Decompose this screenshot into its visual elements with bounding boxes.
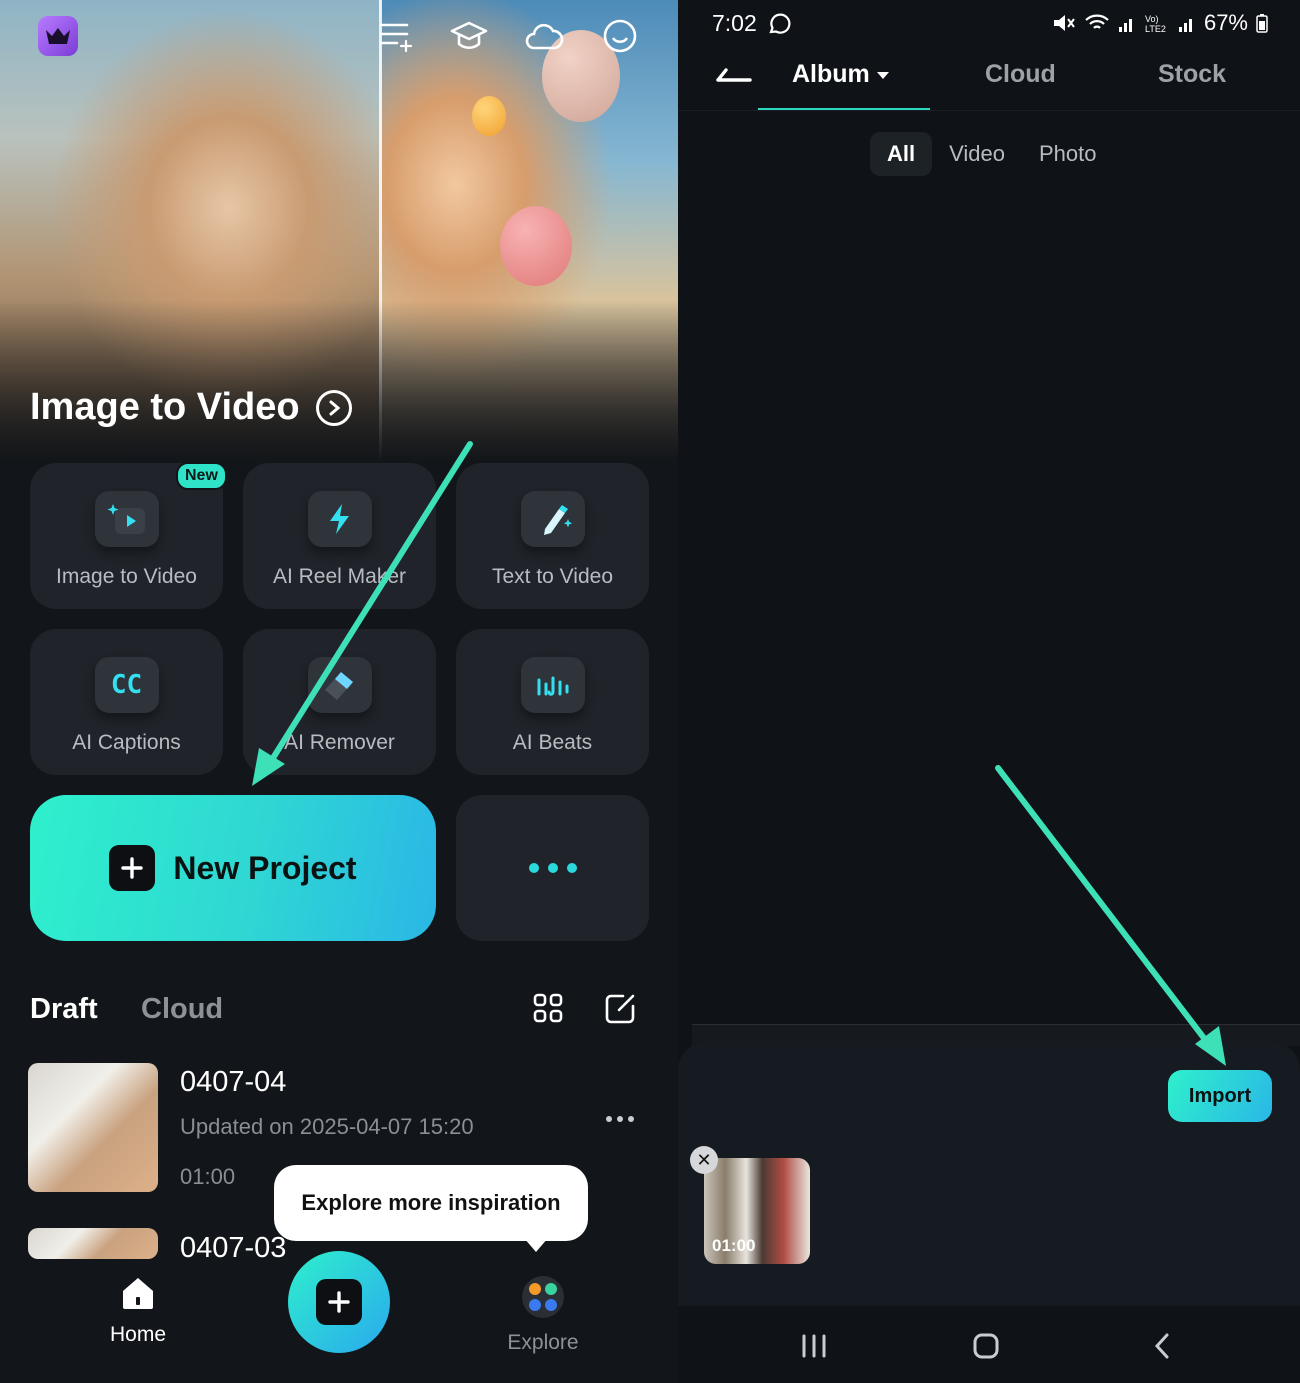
mute-icon	[1053, 15, 1075, 31]
tool-label: AI Remover	[284, 731, 395, 754]
back-button-icon[interactable]	[1142, 1328, 1182, 1364]
lightning-icon	[307, 491, 372, 547]
tool-ai-reel-maker[interactable]: AI Reel Maker	[243, 463, 436, 609]
nav-explore[interactable]: Explore	[500, 1275, 586, 1355]
plus-icon	[109, 845, 156, 891]
tab-cloud[interactable]: Cloud	[985, 60, 1056, 89]
home-button-icon[interactable]	[966, 1328, 1006, 1364]
caret-down-icon	[876, 71, 889, 79]
hero-title[interactable]: Image to Video	[30, 386, 352, 429]
dot	[528, 863, 539, 873]
signal-icon	[1118, 19, 1132, 32]
crown-icon[interactable]	[38, 16, 78, 56]
explore-icon	[522, 1276, 564, 1318]
tab-stock[interactable]: Stock	[1158, 60, 1226, 89]
balloon-decoration	[500, 206, 572, 286]
cc-icon: CC	[94, 657, 159, 713]
new-project-button[interactable]: New Project	[30, 795, 436, 941]
battery-icon	[1256, 14, 1268, 33]
music-sparkle-icon	[520, 657, 585, 713]
nav-explore-label: Explore	[507, 1331, 579, 1354]
volte-icon: Vo)LTE2	[1145, 14, 1166, 34]
cloud-icon[interactable]	[522, 14, 566, 58]
tool-ai-remover[interactable]: AI Remover	[243, 629, 436, 775]
selected-media-duration: 01:00	[712, 1236, 756, 1255]
status-time: 7:02	[712, 10, 791, 37]
chevron-right-circle-icon	[315, 389, 352, 426]
menu-sparkle-icon[interactable]	[373, 14, 417, 58]
tab-draft[interactable]: Draft	[30, 993, 98, 1026]
balloon-decoration	[472, 96, 506, 136]
filter-photo[interactable]: Photo	[1022, 132, 1114, 176]
tool-ai-beats[interactable]: AI Beats	[456, 629, 649, 775]
create-fab-button[interactable]	[288, 1251, 390, 1353]
grid-view-icon[interactable]	[532, 992, 564, 1024]
tab-cloud[interactable]: Cloud	[141, 993, 223, 1026]
media-type-filter: All Video Photo	[870, 132, 1114, 176]
explore-tooltip[interactable]: Explore more inspiration	[274, 1165, 588, 1241]
svg-text:LTE2: LTE2	[1145, 24, 1166, 34]
recent-apps-icon[interactable]	[794, 1328, 834, 1364]
home-screen: Image to Video Image to Video New AI Ree…	[0, 0, 678, 1383]
new-project-label: New Project	[173, 849, 357, 886]
tool-label: AI Beats	[512, 731, 593, 754]
import-screen: 7:02 Vo) LTE2 67% Album Cloud Stock All V…	[678, 0, 1300, 1383]
nav-home[interactable]: Home	[98, 1275, 178, 1347]
image-to-video-icon	[94, 491, 159, 547]
import-button[interactable]: Import	[1168, 1070, 1272, 1122]
hero-gradient-overlay	[0, 300, 678, 462]
selected-media-thumbnail[interactable]: 01:00	[704, 1158, 810, 1264]
battery-percent: 67%	[1203, 10, 1248, 35]
draft-thumbnail[interactable]	[28, 1063, 158, 1192]
draft-more-icon[interactable]	[606, 1116, 634, 1122]
edit-icon[interactable]	[603, 992, 637, 1026]
wifi-icon	[1085, 14, 1109, 29]
dot	[547, 863, 558, 873]
dot	[566, 863, 577, 873]
smiley-icon[interactable]	[598, 14, 642, 58]
pencil-sparkle-icon	[520, 491, 585, 547]
more-tools-button[interactable]	[456, 795, 649, 941]
selection-tray: Import 01:00 ✕	[678, 1042, 1300, 1306]
status-time-text: 7:02	[712, 10, 757, 36]
new-badge: New	[176, 462, 227, 490]
tool-text-to-video[interactable]: Text to Video	[456, 463, 649, 609]
tooltip-tail	[524, 1238, 548, 1252]
tool-label: Image to Video	[56, 565, 197, 588]
tool-ai-captions[interactable]: CC AI Captions	[30, 629, 223, 775]
hero-banner[interactable]: Image to Video	[0, 0, 678, 462]
graduation-cap-icon[interactable]	[447, 14, 491, 58]
plus-icon	[316, 1279, 362, 1325]
tab-album[interactable]: Album	[792, 60, 890, 89]
svg-text:Vo): Vo)	[1145, 14, 1159, 24]
divider	[678, 110, 1300, 111]
whatsapp-icon	[769, 13, 791, 34]
draft-title[interactable]: 0407-04	[180, 1066, 286, 1099]
remove-selection-icon[interactable]: ✕	[690, 1146, 718, 1174]
draft-title[interactable]: 0407-03	[180, 1232, 286, 1260]
eraser-icon	[307, 657, 372, 713]
back-arrow-icon[interactable]	[714, 62, 754, 88]
bottom-nav: Home Explore	[0, 1251, 678, 1383]
draft-updated: Updated on 2025-04-07 15:20	[180, 1114, 474, 1139]
filter-video[interactable]: Video	[932, 132, 1022, 176]
home-icon	[123, 1278, 153, 1309]
nav-home-label: Home	[109, 1323, 167, 1346]
draft-thumbnail[interactable]	[28, 1228, 158, 1259]
status-bar-right: Vo) LTE2 67%	[1052, 10, 1268, 36]
hero-title-text: Image to Video	[30, 386, 300, 428]
filter-all[interactable]: All	[870, 132, 933, 176]
signal-icon	[1178, 19, 1192, 32]
tool-label: AI Captions	[72, 731, 181, 754]
tool-label: Text to Video	[491, 565, 614, 588]
system-nav-bar	[678, 1306, 1300, 1383]
tool-label: AI Reel Maker	[272, 565, 407, 588]
tab-album-label: Album	[792, 60, 870, 88]
draft-duration: 01:00	[180, 1164, 236, 1189]
